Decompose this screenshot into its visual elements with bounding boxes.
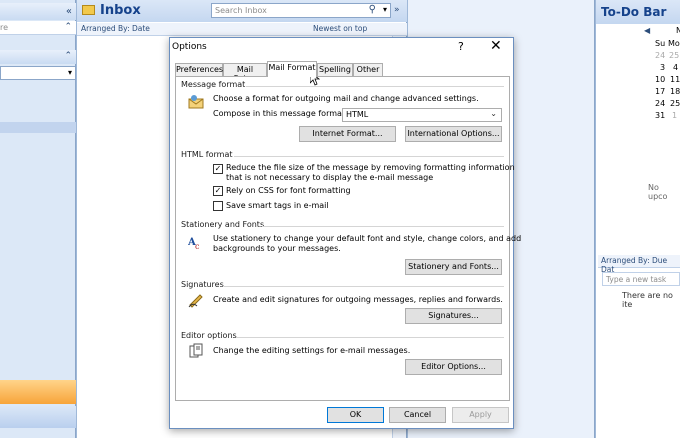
- calendar-day[interactable]: 25: [669, 51, 679, 60]
- search-input[interactable]: Search Inbox ⚲ ▾: [211, 3, 391, 18]
- calendar-day[interactable]: 10: [655, 75, 665, 84]
- calendar-day[interactable]: 24: [655, 51, 665, 60]
- section-divider: [262, 226, 504, 227]
- navigation-row-label: re: [0, 23, 9, 32]
- navigation-pane-header: «: [0, 3, 76, 20]
- section-title-html-format: HTML format: [181, 150, 233, 159]
- search-placeholder: Search Inbox: [215, 6, 267, 15]
- svg-text:c: c: [195, 242, 200, 250]
- calendar-day[interactable]: 11: [670, 75, 680, 84]
- calendar-month-label: N: [676, 26, 680, 35]
- mail-format-panel: Message format Choose a format for outgo…: [175, 76, 521, 401]
- arranged-by-label[interactable]: Arranged By: Date: [81, 24, 150, 33]
- dialog-title: Options: [172, 42, 207, 52]
- chevron-down-icon: ⌄: [490, 109, 497, 118]
- internet-format-button[interactable]: Internet Format...: [299, 126, 396, 142]
- options-dialog: Options ? ✕ Preferences Mail Setup Mail …: [169, 37, 521, 429]
- calendar-day[interactable]: 1: [672, 111, 677, 120]
- reduce-file-size-checkbox[interactable]: ✓: [213, 164, 223, 174]
- editor-document-icon: [188, 343, 204, 359]
- navigation-section-header[interactable]: ⌃: [0, 50, 76, 64]
- todo-arrange-by-bar[interactable]: Arranged By: Due Dat: [598, 255, 680, 274]
- help-button[interactable]: ?: [458, 40, 464, 53]
- tab-other[interactable]: Other: [353, 63, 383, 76]
- chevron-up-icon[interactable]: ⌃: [64, 51, 72, 61]
- rely-on-css-label: Rely on CSS for font formatting: [226, 186, 351, 195]
- calendar-day[interactable]: 18: [670, 87, 680, 96]
- section-title-message-format: Message format: [181, 80, 246, 89]
- message-format-value: HTML: [346, 110, 369, 119]
- message-format-description: Choose a format for outgoing mail and ch…: [213, 94, 479, 103]
- navigation-dropdown[interactable]: ▾: [0, 66, 76, 80]
- section-title-stationery: Stationery and Fonts: [181, 220, 265, 229]
- chevron-up-icon[interactable]: ⌃: [64, 22, 72, 32]
- no-items-text: There are no ite: [622, 291, 673, 309]
- calendar-weekday-header: Mo: [668, 39, 680, 48]
- tab-preferences[interactable]: Preferences: [175, 63, 223, 76]
- folder-icon: [82, 5, 95, 15]
- international-options-button[interactable]: International Options...: [405, 126, 502, 142]
- reduce-file-size-label: Reduce the file size of the message by r…: [226, 163, 515, 172]
- stationery-description: Use stationery to change your default fo…: [213, 234, 522, 243]
- calendar-day[interactable]: 4: [673, 63, 678, 72]
- search-options-dropdown-icon[interactable]: ▾: [383, 5, 387, 14]
- no-upcoming-appointments-text: No upco: [648, 183, 668, 201]
- tab-mail-setup[interactable]: Mail Setup: [223, 63, 267, 83]
- new-task-input[interactable]: Type a new task: [602, 272, 680, 286]
- calendar-day[interactable]: 31: [655, 111, 665, 120]
- search-icon[interactable]: ⚲: [369, 4, 376, 15]
- ok-button[interactable]: OK: [327, 407, 384, 423]
- editor-options-description: Change the editing settings for e-mail m…: [213, 346, 411, 355]
- section-title-signatures: Signatures: [181, 280, 224, 289]
- save-smart-tags-checkbox[interactable]: [213, 201, 223, 211]
- previous-month-icon[interactable]: ◀: [644, 26, 650, 35]
- stationery-and-fonts-button[interactable]: Stationery and Fonts...: [405, 259, 502, 275]
- todo-bar-title: To-Do Bar: [601, 5, 667, 19]
- tab-mail-format[interactable]: Mail Format: [267, 61, 317, 77]
- editor-options-button[interactable]: Editor Options...: [405, 359, 502, 375]
- save-smart-tags-label: Save smart tags in e-mail: [226, 201, 329, 210]
- tab-strip: Preferences Mail Setup Mail Format Spell…: [175, 61, 510, 83]
- dropdown-arrow-icon: ▾: [67, 68, 72, 77]
- calendar-weekday-header: Su: [655, 39, 666, 48]
- calendar-day[interactable]: 17: [655, 87, 665, 96]
- stationery-description-continued: backgrounds to your messages.: [213, 244, 341, 253]
- envelope-icon: [188, 94, 204, 110]
- calendar-day[interactable]: 3: [660, 63, 665, 72]
- signature-pen-icon: [188, 292, 204, 308]
- inbox-title: Inbox: [100, 3, 141, 18]
- tab-spelling[interactable]: Spelling: [317, 63, 353, 76]
- cancel-button[interactable]: Cancel: [389, 407, 446, 423]
- section-divider: [236, 337, 504, 338]
- navigation-button[interactable]: [0, 406, 76, 428]
- apply-button[interactable]: Apply: [452, 407, 509, 423]
- navigation-active-button[interactable]: [0, 380, 76, 404]
- compose-format-label: Compose in this message format:: [213, 109, 348, 118]
- signatures-button[interactable]: Signatures...: [405, 308, 502, 324]
- message-format-select[interactable]: HTML ⌄: [342, 108, 502, 122]
- expand-search-icon[interactable]: »: [394, 5, 400, 15]
- calendar-day[interactable]: 25: [670, 99, 680, 108]
- section-divider: [234, 156, 504, 157]
- sort-order-label[interactable]: Newest on top: [313, 24, 367, 33]
- new-task-placeholder: Type a new task: [606, 275, 667, 284]
- collapse-pane-icon[interactable]: «: [66, 6, 72, 17]
- todo-bar: [596, 0, 680, 438]
- section-divider: [224, 286, 504, 287]
- reduce-file-size-label-continued: that is not necessary to display the e-m…: [226, 173, 434, 182]
- arrange-by-bar[interactable]: Arranged By: Date Newest on top: [77, 23, 407, 36]
- signatures-description: Create and edit signatures for outgoing …: [213, 295, 503, 304]
- calendar-day[interactable]: 24: [655, 99, 665, 108]
- navigation-favorites-row[interactable]: re ⌃: [0, 21, 76, 35]
- rely-on-css-checkbox[interactable]: ✓: [213, 186, 223, 196]
- stationery-fonts-icon: Ac: [187, 234, 204, 251]
- close-icon[interactable]: ✕: [490, 38, 502, 54]
- navigation-selected-item[interactable]: [0, 122, 76, 133]
- section-divider: [246, 86, 504, 87]
- section-title-editor-options: Editor options: [181, 331, 237, 340]
